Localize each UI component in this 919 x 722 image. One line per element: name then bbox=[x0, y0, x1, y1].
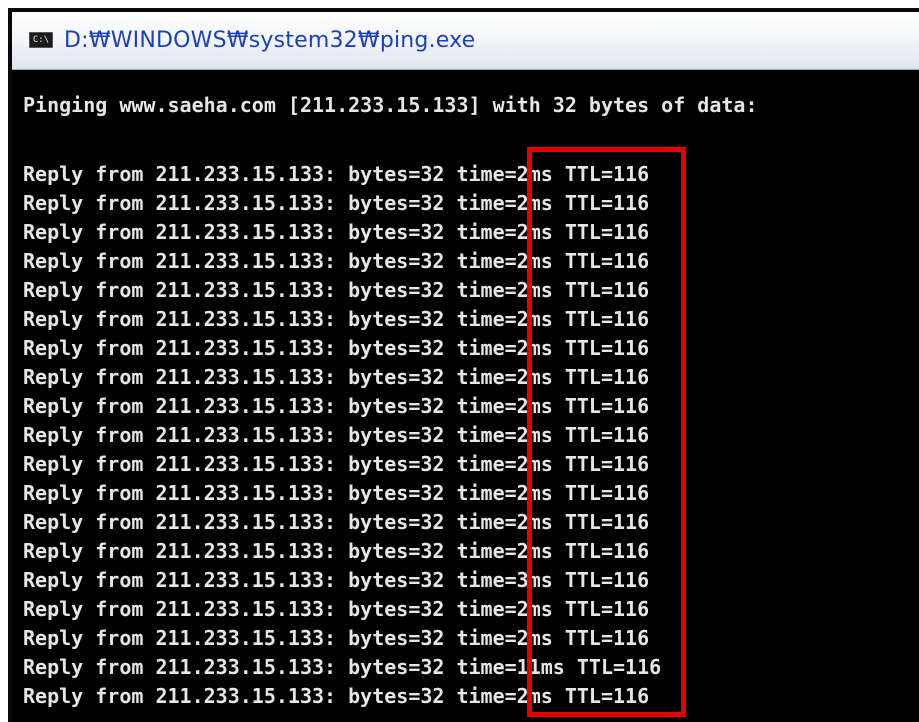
window-title: D:₩WINDOWS₩system32₩ping.exe bbox=[64, 28, 476, 53]
title-bar[interactable]: C:\ D:₩WINDOWS₩system32₩ping.exe bbox=[12, 12, 919, 70]
console-icon[interactable]: C:\ bbox=[29, 32, 53, 48]
ping-header-line: Pinging www.saeha.com [211.233.15.133] w… bbox=[23, 93, 758, 117]
time-column-highlight bbox=[527, 147, 686, 717]
console-area[interactable]: Pinging www.saeha.com [211.233.15.133] w… bbox=[12, 70, 919, 722]
